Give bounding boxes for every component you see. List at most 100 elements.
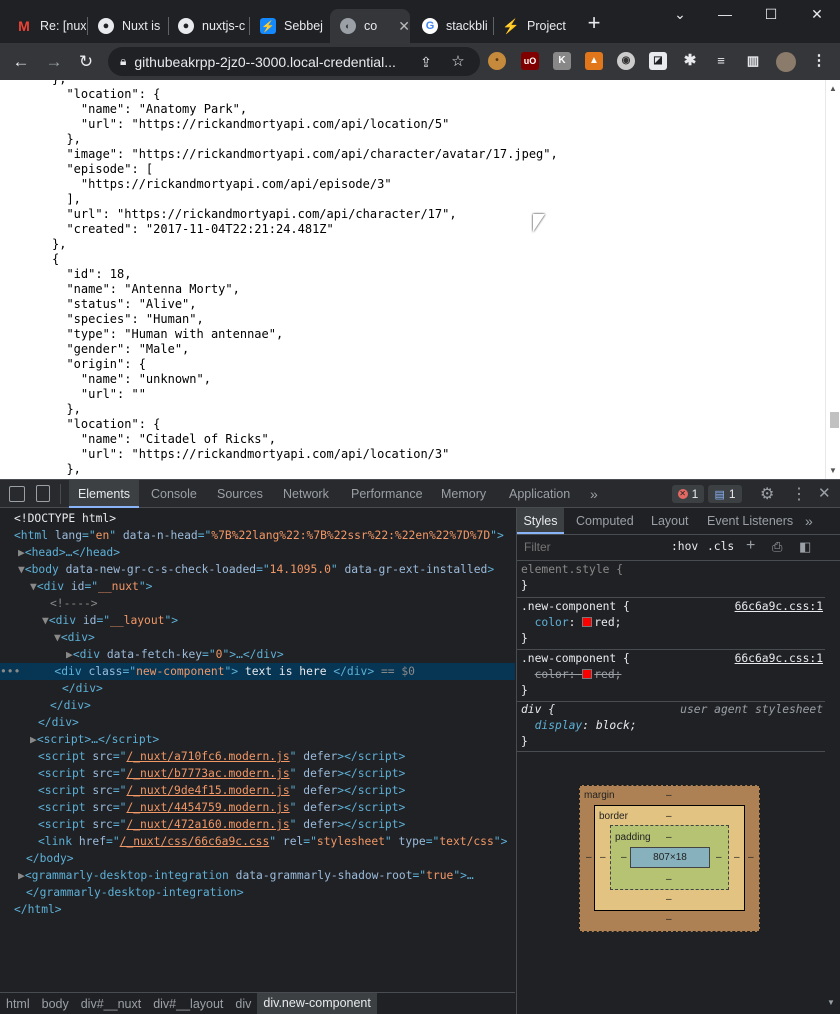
dom-node[interactable]: ▶<grammarly-desktop-integration data-gra… xyxy=(0,867,515,884)
dom-node[interactable]: <!DOCTYPE html> xyxy=(0,510,515,527)
tab-memory[interactable]: Memory xyxy=(441,480,486,508)
dom-node[interactable]: <link href="/_nuxt/css/66c6a9c.css" rel=… xyxy=(0,833,515,850)
tab-styles[interactable]: Styles xyxy=(517,508,564,534)
tab-console[interactable]: Console xyxy=(151,480,197,508)
border-right-value[interactable]: – xyxy=(734,852,740,863)
devtools-menu-icon[interactable]: ⋮ xyxy=(791,484,807,504)
breadcrumb-nuxt[interactable]: div#__nuxt xyxy=(75,997,147,1011)
side-panel-icon[interactable]: ▥ xyxy=(744,52,762,70)
style-rule-element[interactable]: element.style { } xyxy=(517,562,825,598)
extension-icon[interactable]: ◪ xyxy=(649,52,667,70)
padding-left-value[interactable]: – xyxy=(621,852,627,863)
tab-application[interactable]: Application xyxy=(509,480,570,508)
color-swatch[interactable] xyxy=(582,617,593,627)
margin-top-value[interactable]: – xyxy=(666,790,672,801)
error-badge[interactable]: ✕ 1 xyxy=(672,485,704,503)
dom-node[interactable]: ▶<div data-fetch-key="0">…</div> xyxy=(0,646,515,663)
back-icon[interactable]: ← xyxy=(10,51,32,73)
close-window-icon[interactable]: ✕ xyxy=(802,6,832,26)
forward-icon[interactable]: → xyxy=(43,51,65,73)
more-tabs-icon[interactable]: » xyxy=(590,480,598,508)
close-tab-icon[interactable]: ✕ xyxy=(398,18,410,35)
styles-filter-input[interactable] xyxy=(520,537,660,557)
dom-node[interactable]: </grammarly-desktop-integration> xyxy=(0,884,515,901)
breadcrumb-new-component[interactable]: div.new-component xyxy=(257,993,377,1014)
stylesheet-link[interactable]: 66c6a9c.css:1 xyxy=(735,599,823,615)
kebab-menu-icon[interactable]: ⋮ xyxy=(810,52,828,70)
new-rule-icon[interactable]: + xyxy=(746,537,755,555)
dom-node[interactable]: </div> xyxy=(0,714,515,731)
dom-node[interactable]: </div> xyxy=(0,680,515,697)
margin-bottom-value[interactable]: – xyxy=(666,914,672,925)
hov-toggle[interactable]: :hov xyxy=(671,540,698,553)
dom-node[interactable]: <!----> xyxy=(0,595,515,612)
tab-performance[interactable]: Performance xyxy=(351,480,423,508)
device-toolbar-icon[interactable] xyxy=(36,485,50,502)
elements-tree[interactable]: <!DOCTYPE html> <html lang="en" data-n-h… xyxy=(0,508,515,992)
scroll-down-icon[interactable]: ▼ xyxy=(827,998,835,1007)
box-model-content[interactable]: 807×18 xyxy=(630,847,710,868)
puzzle-extensions-icon[interactable]: ✱ xyxy=(681,52,699,70)
browser-tab[interactable]: M Re: [nux xyxy=(6,9,86,43)
scrollbar-thumb[interactable] xyxy=(830,412,839,428)
more-tabs-icon[interactable]: » xyxy=(805,508,813,534)
close-devtools-icon[interactable]: ✕ xyxy=(818,484,831,502)
tab-elements[interactable]: Elements xyxy=(69,480,139,508)
settings-gear-icon[interactable]: ⚙ xyxy=(760,484,774,504)
cls-toggle[interactable]: .cls xyxy=(707,540,734,553)
dom-node[interactable]: ▶<script>…</script> xyxy=(0,731,515,748)
style-rule-overridden[interactable]: .new-component {66c6a9c.css:1 color: red… xyxy=(517,651,825,702)
metamask-extension-icon[interactable]: ▲ xyxy=(585,52,603,70)
browser-tab-active[interactable]: ◐ co ✕ xyxy=(330,9,410,43)
padding-top-value[interactable]: – xyxy=(666,832,672,843)
dom-node[interactable]: </div> xyxy=(0,697,515,714)
margin-left-value[interactable]: – xyxy=(586,852,592,863)
border-top-value[interactable]: – xyxy=(666,811,672,822)
tab-layout[interactable]: Layout xyxy=(651,508,689,534)
browser-tab[interactable]: G stackbli xyxy=(412,9,492,43)
browser-tab[interactable]: ● nuxtjs-c xyxy=(168,9,248,43)
style-rule-user-agent[interactable]: div {user agent stylesheet display: bloc… xyxy=(517,702,825,752)
bookmark-star-icon[interactable]: ☆ xyxy=(447,51,469,73)
dom-node-selected[interactable]: ••• <div class="new-component"> text is … xyxy=(0,663,515,680)
maximize-icon[interactable]: ☐ xyxy=(756,6,786,26)
border-bottom-value[interactable]: – xyxy=(666,894,672,905)
url-text[interactable]: githubeakrpp-2jz0--3000.local-credential… xyxy=(134,54,402,70)
page-scrollbar[interactable]: ▲ ▼ xyxy=(825,80,840,479)
dom-node[interactable]: ▶<head>…</head> xyxy=(0,544,515,561)
breadcrumb-body[interactable]: body xyxy=(36,997,75,1011)
padding-right-value[interactable]: – xyxy=(716,852,722,863)
stylesheet-link[interactable]: 66c6a9c.css:1 xyxy=(735,651,823,667)
browser-tab[interactable]: ⚡ Project xyxy=(493,9,573,43)
toggle-sidebar-icon[interactable]: ◧ xyxy=(799,539,811,555)
extension-icon[interactable]: K xyxy=(553,52,571,70)
dom-node[interactable]: ▼<div> xyxy=(0,629,515,646)
dom-node[interactable]: <html lang="en" data-n-head="%7B%22lang%… xyxy=(0,527,515,544)
profile-avatar[interactable] xyxy=(776,52,796,72)
tab-search-icon[interactable]: ⌄ xyxy=(665,6,695,26)
dom-node[interactable]: </body> xyxy=(0,850,515,867)
scroll-down-icon[interactable]: ▼ xyxy=(829,466,837,475)
dom-node[interactable]: ▼<div id="__nuxt"> xyxy=(0,578,515,595)
share-icon[interactable]: ⇪ xyxy=(415,51,437,73)
message-badge[interactable]: ▤ 1 xyxy=(708,485,742,503)
browser-tab[interactable]: ● Nuxt is xyxy=(88,9,168,43)
dom-node[interactable]: <script src="/_nuxt/9de4f15.modern.js" d… xyxy=(0,782,515,799)
tab-sources[interactable]: Sources xyxy=(217,480,263,508)
media-control-icon[interactable]: ≡ xyxy=(712,52,730,70)
scroll-up-icon[interactable]: ▲ xyxy=(829,84,837,93)
dom-node[interactable]: <script src="/_nuxt/b7773ac.modern.js" d… xyxy=(0,765,515,782)
extension-icon[interactable]: ◉ xyxy=(617,52,635,70)
minimize-icon[interactable]: — xyxy=(710,6,740,26)
browser-tab[interactable]: ⚡ Sebbej xyxy=(250,9,330,43)
new-tab-button[interactable]: + xyxy=(582,12,606,36)
dom-node[interactable]: ▼<div id="__layout"> xyxy=(0,612,515,629)
breadcrumb-layout[interactable]: div#__layout xyxy=(147,997,229,1011)
tab-computed[interactable]: Computed xyxy=(576,508,634,534)
margin-right-value[interactable]: – xyxy=(748,852,754,863)
ublock-extension-icon[interactable]: uO xyxy=(521,52,539,70)
dom-node[interactable]: <script src="/_nuxt/4454759.modern.js" d… xyxy=(0,799,515,816)
style-rule-new-component[interactable]: .new-component {66c6a9c.css:1 color: red… xyxy=(517,599,825,650)
reload-icon[interactable]: ↻ xyxy=(75,51,97,73)
dom-node[interactable]: <script src="/_nuxt/472a160.modern.js" d… xyxy=(0,816,515,833)
